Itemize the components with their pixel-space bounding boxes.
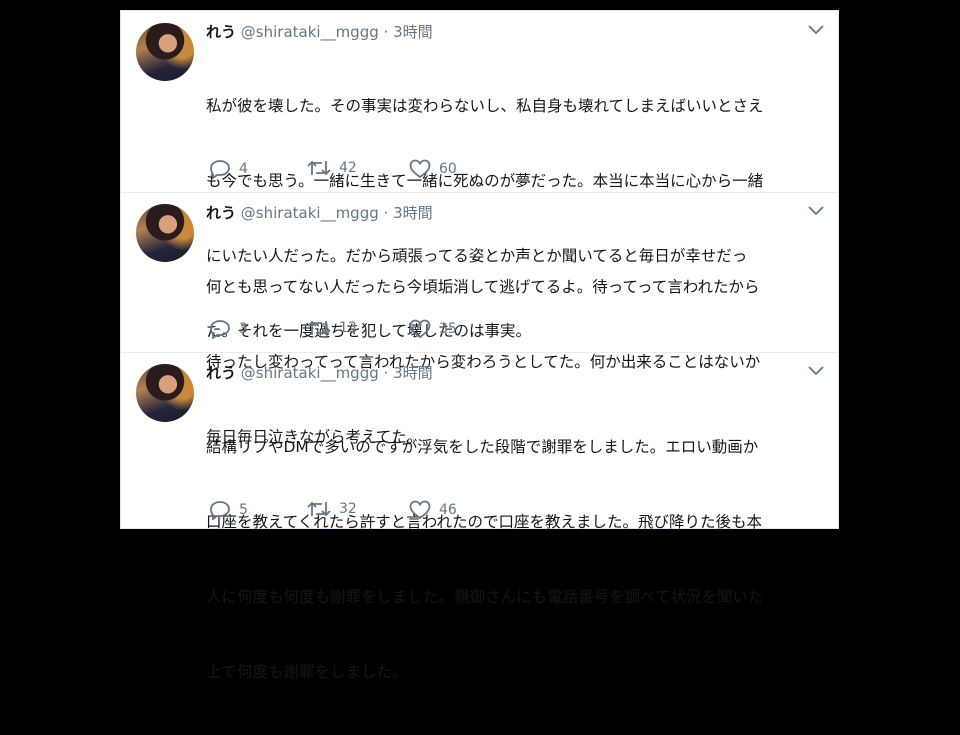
like-button[interactable]: 35 <box>409 319 457 339</box>
chevron-down-icon[interactable] <box>808 366 824 376</box>
tweet-text-line: 私が彼を壊した。その事実は変わらないし、私自身も壊れてしまえばいいとさえ <box>206 97 764 115</box>
like-count: 35 <box>439 321 457 337</box>
like-count: 60 <box>439 161 457 177</box>
tweet-text-line: 人に何度も何度も謝罪をしました。親御さんにも電話番号を調べて状況を聞いた <box>206 588 764 606</box>
tweet-text-line: 何とも思ってない人だったら今頃垢消して逃げてるよ。待ってって言われたから <box>206 278 760 296</box>
tweet-header: れう @shirataki__mggg · 3時間 <box>206 21 433 42</box>
chevron-down-icon[interactable] <box>808 206 824 216</box>
separator-dot: · <box>383 23 389 41</box>
chevron-down-icon[interactable] <box>808 25 824 35</box>
reply-icon <box>210 320 230 339</box>
reply-count: 3 <box>239 321 248 337</box>
tweet-text-line: 上で何度も謝罪をしました。 <box>206 663 408 681</box>
like-icon <box>409 159 431 179</box>
retweet-button[interactable]: 32 <box>307 500 357 518</box>
user-handle[interactable]: @shirataki__mggg <box>241 204 379 222</box>
reply-icon <box>210 501 230 520</box>
tweet[interactable]: れう @shirataki__mggg · 3時間 私が彼を壊した。その事実は変… <box>121 11 838 340</box>
timestamp[interactable]: 3時間 <box>393 23 433 41</box>
reply-button[interactable]: 5 <box>209 500 248 520</box>
separator-dot: · <box>383 364 389 382</box>
user-handle[interactable]: @shirataki__mggg <box>241 23 379 41</box>
retweet-count: 42 <box>339 160 357 176</box>
tweet[interactable]: れう @shirataki__mggg · 3時間 何とも思ってない人だったら今… <box>121 192 838 446</box>
like-icon <box>409 319 431 339</box>
separator-dot: · <box>383 204 389 222</box>
user-handle[interactable]: @shirataki__mggg <box>241 364 379 382</box>
retweet-count: 13 <box>339 320 357 336</box>
tweet-text-line: 口座を教えてくれたら許すと言われたので口座を教えました。飛び降りた後も本 <box>206 513 762 531</box>
reply-count: 5 <box>239 502 248 518</box>
reply-button[interactable]: 4 <box>209 159 248 179</box>
like-button[interactable]: 60 <box>409 159 457 179</box>
retweet-count: 32 <box>339 501 357 517</box>
avatar[interactable] <box>136 23 194 81</box>
display-name[interactable]: れう <box>206 204 236 222</box>
display-name[interactable]: れう <box>206 364 236 382</box>
tweet-text-line: 結構リプやDMで多いのですが浮気をした段階で謝罪をしました。エロい動画か <box>206 438 759 456</box>
reply-icon <box>210 160 230 179</box>
timestamp[interactable]: 3時間 <box>393 364 433 382</box>
retweet-button[interactable]: 13 <box>307 319 357 337</box>
retweet-button[interactable]: 42 <box>307 159 357 177</box>
tweet-text-line: も今でも思う。一緒に生きて一緒に死ぬのが夢だった。本当に本当に心から一緒 <box>206 172 764 190</box>
like-count: 46 <box>439 502 457 518</box>
like-button[interactable]: 46 <box>409 500 457 520</box>
tweet-header: れう @shirataki__mggg · 3時間 <box>206 362 433 383</box>
retweet-icon <box>307 501 331 517</box>
avatar[interactable] <box>136 364 194 422</box>
tweet-text: 結構リプやDMで多いのですが浮気をした段階で謝罪をしました。エロい動画か 口座を… <box>206 385 831 735</box>
tweet-timeline: れう @shirataki__mggg · 3時間 私が彼を壊した。その事実は変… <box>120 10 839 681</box>
retweet-icon <box>307 320 331 336</box>
tweet[interactable]: れう @shirataki__mggg · 3時間 結構リプやDMで多いのですが… <box>121 352 838 681</box>
tweet-header: れう @shirataki__mggg · 3時間 <box>206 202 433 223</box>
retweet-icon <box>307 160 331 176</box>
reply-button[interactable]: 3 <box>209 319 248 339</box>
display-name[interactable]: れう <box>206 23 236 41</box>
like-icon <box>409 500 431 520</box>
avatar[interactable] <box>136 204 194 262</box>
reply-count: 4 <box>239 161 248 177</box>
timestamp[interactable]: 3時間 <box>393 204 433 222</box>
